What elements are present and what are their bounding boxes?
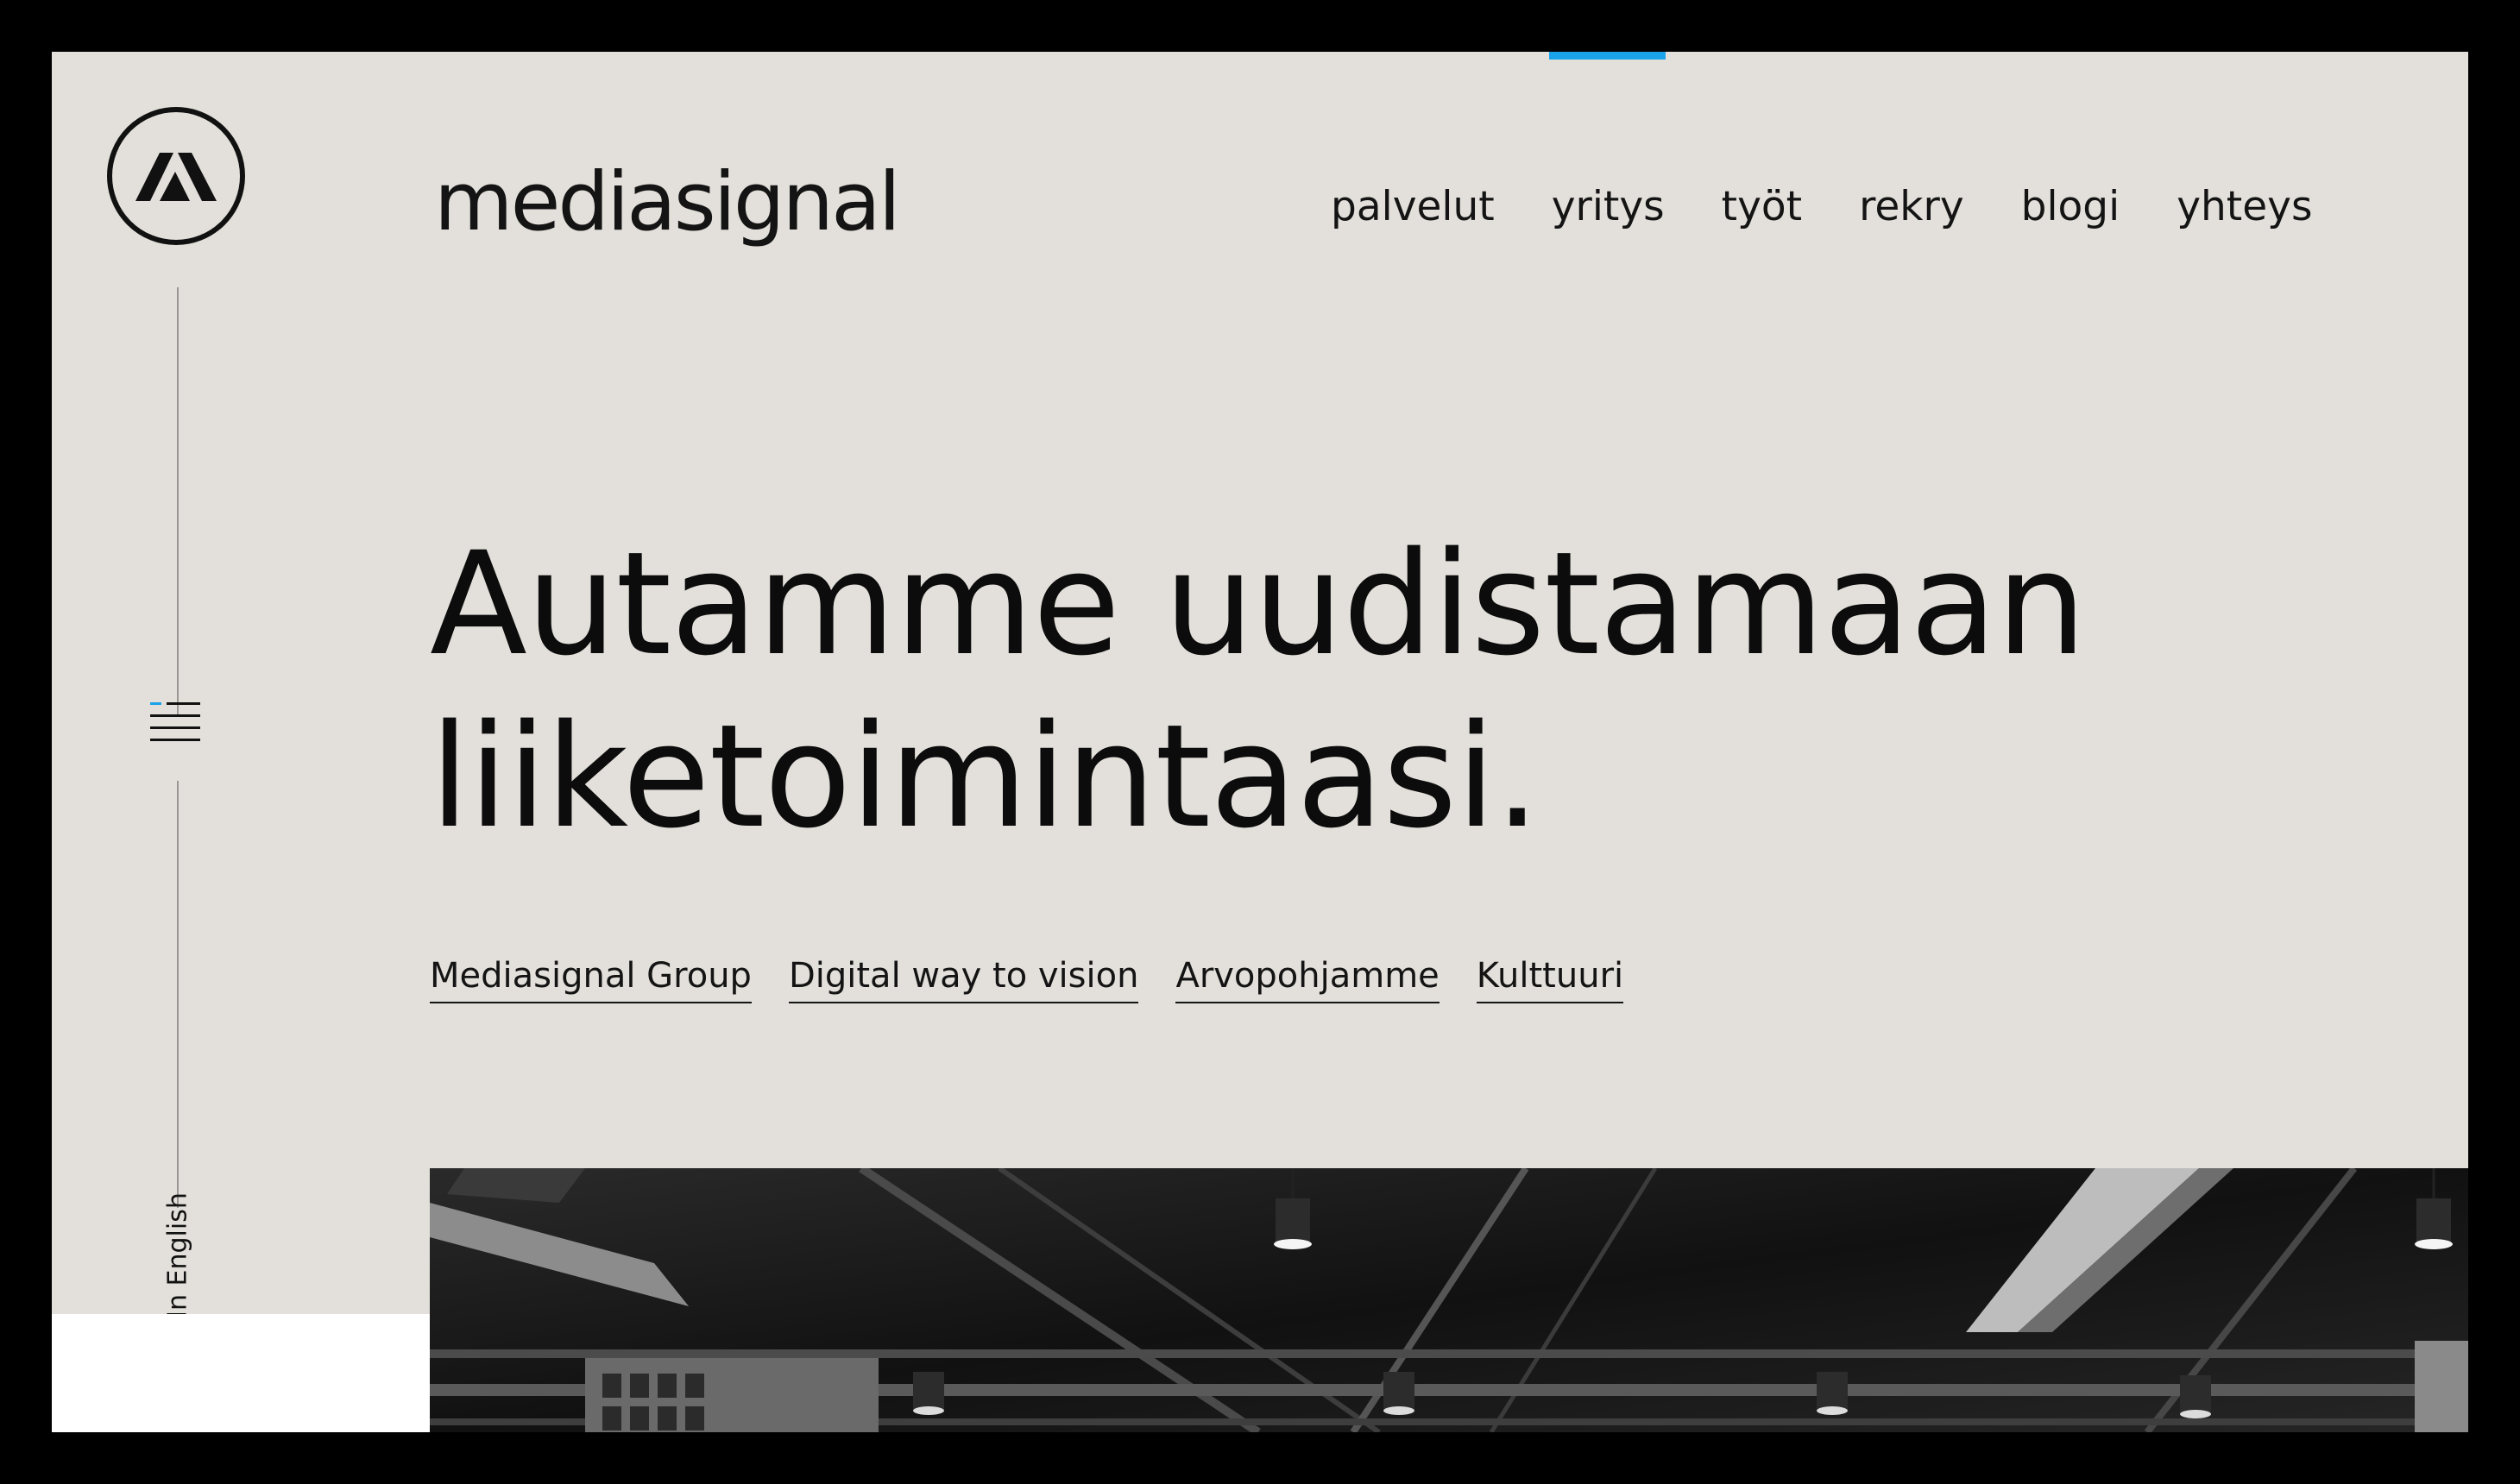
subnav-link-mediasignal-group[interactable]: Mediasignal Group [430,955,752,1003]
nav-item-blogi[interactable]: blogi [2021,186,2120,227]
nav-item-tyot[interactable]: työt [1722,186,1802,227]
mediasignal-monogram-icon[interactable] [106,106,246,246]
subnav-link-digital-way-to-vision[interactable]: Digital way to vision [788,955,1139,1003]
menu-icon[interactable] [150,701,200,744]
page: In English mediasignal palvelut yritys t… [52,52,2468,1432]
nav-item-rekry[interactable]: rekry [1859,186,1964,227]
section-subnav: Mediasignal Group Digital way to vision … [430,955,1624,1003]
office-ceiling-photo [430,1168,2468,1432]
hero-title-line-2: liiketoimintaasi. [430,694,1540,859]
nav-item-palvelut[interactable]: palvelut [1331,186,1495,227]
active-nav-indicator [1549,52,1666,60]
subnav-link-kulttuuri[interactable]: Kulttuuri [1476,955,1624,1003]
main-nav: palvelut yritys työt rekry blogi yhteys [1331,186,2312,227]
brand-wordmark[interactable]: mediasignal [434,162,901,243]
nav-item-yhteys[interactable]: yhteys [2177,186,2312,227]
subnav-link-arvopohjamme[interactable]: Arvopohjamme [1175,955,1440,1003]
hero-title: Autamme uudistamaan liiketoimintaasi. [430,518,2087,863]
nav-item-yritys[interactable]: yritys [1552,186,1665,227]
sidebar-divider-bottom [177,781,179,1208]
sidebar-divider-top [177,287,179,716]
sidebar-footer-panel [52,1314,430,1432]
language-toggle[interactable]: In English [163,1192,193,1318]
hero-title-line-1: Autamme uudistamaan [430,521,2087,687]
